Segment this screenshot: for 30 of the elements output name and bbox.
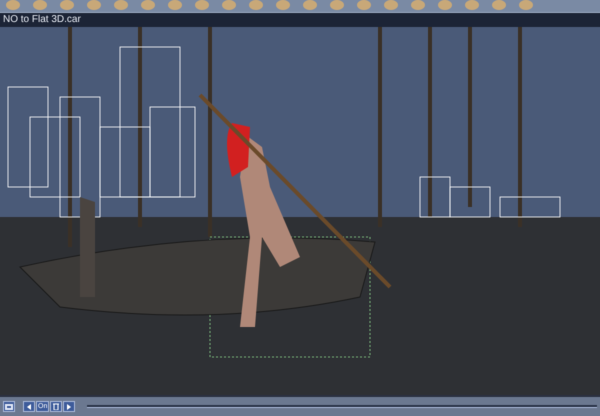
previous-button[interactable] — [23, 401, 35, 412]
tool-icon[interactable] — [330, 0, 344, 11]
tool-icon[interactable] — [114, 0, 128, 11]
tool-icon[interactable] — [411, 0, 425, 11]
document-title: NO to Flat 3D.car — [3, 15, 81, 25]
tool-icon[interactable] — [33, 0, 47, 11]
tool-icon[interactable] — [276, 0, 290, 11]
tool-icon[interactable] — [465, 0, 479, 11]
tool-icon[interactable] — [222, 0, 236, 11]
film-icon — [5, 404, 13, 410]
right-arrow-icon — [67, 404, 72, 410]
tool-icon[interactable] — [303, 0, 317, 11]
next-button[interactable] — [63, 401, 76, 412]
left-arrow-icon — [27, 404, 31, 410]
trash-icon — [53, 403, 60, 410]
tool-icon[interactable] — [6, 0, 20, 11]
tool-icon[interactable] — [384, 0, 398, 11]
tool-icon[interactable] — [357, 0, 371, 11]
tool-icon[interactable] — [438, 0, 452, 11]
tool-icon[interactable] — [141, 0, 155, 11]
tool-icon[interactable] — [519, 0, 533, 11]
timeline-track[interactable] — [87, 405, 597, 408]
tool-icon[interactable] — [195, 0, 209, 11]
camera-button[interactable] — [3, 401, 15, 412]
tool-icon[interactable] — [60, 0, 74, 11]
tool-icon[interactable] — [249, 0, 263, 11]
tool-icon[interactable] — [492, 0, 506, 11]
delete-button[interactable] — [50, 401, 62, 412]
tool-icon[interactable] — [87, 0, 101, 11]
tool-icon[interactable] — [168, 0, 182, 11]
